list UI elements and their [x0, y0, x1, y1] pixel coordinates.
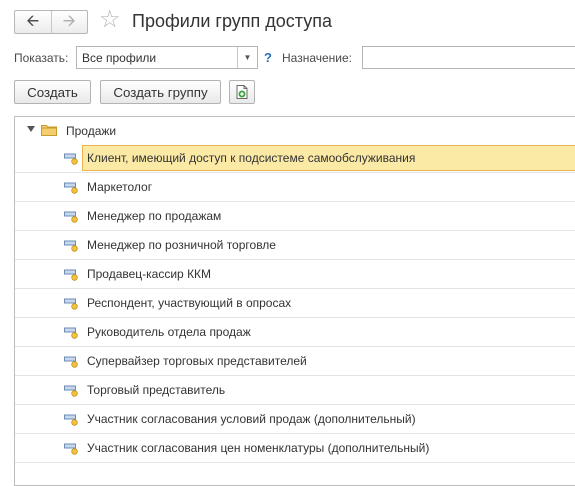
tree-row[interactable]: Продавец-кассир ККМ: [15, 260, 575, 289]
tree-row-label[interactable]: Продавец-кассир ККМ: [82, 261, 575, 287]
purpose-field[interactable]: [362, 46, 575, 69]
profile-icon: [64, 153, 78, 165]
tree-row-label[interactable]: Участник согласования условий продаж (до…: [82, 406, 575, 432]
tree-row[interactable]: Менеджер по розничной торговле: [15, 231, 575, 260]
arrow-right-icon: 🡪: [62, 13, 76, 30]
dropdown-arrow-icon[interactable]: ▼: [237, 47, 257, 68]
tree-row[interactable]: Респондент, участвующий в опросах: [15, 289, 575, 318]
profile-icon: [64, 298, 78, 310]
tree-row-label[interactable]: Торговый представитель: [82, 377, 575, 403]
navigation-buttons: 🡨 🡪: [14, 10, 88, 34]
profile-icon: [64, 385, 78, 397]
star-icon[interactable]: ☆: [99, 8, 121, 32]
title-bar: 🡨 🡪 ☆ Профили групп доступа: [0, 0, 575, 44]
back-button[interactable]: 🡨: [15, 11, 51, 33]
tree-row[interactable]: Участник согласования условий продаж (до…: [15, 405, 575, 434]
tree-row[interactable]: Маркетолог: [15, 173, 575, 202]
profile-icon: [64, 414, 78, 426]
tree-row-label[interactable]: Менеджер по продажам: [82, 203, 575, 229]
tree-row[interactable]: Торговый представитель: [15, 376, 575, 405]
tree-row-label[interactable]: Респондент, участвующий в опросах: [82, 290, 575, 316]
tree-row-label[interactable]: Менеджер по розничной торговле: [82, 232, 575, 258]
copy-button[interactable]: [229, 80, 255, 104]
profile-icon: [64, 182, 78, 194]
tree-group-row[interactable]: Продажи: [15, 117, 575, 144]
profile-icon: [64, 211, 78, 223]
show-label: Показать:: [14, 51, 69, 65]
arrow-left-icon: 🡨: [26, 13, 40, 30]
tree-row[interactable]: Участник согласования цен номенклатуры (…: [15, 434, 575, 463]
tree-row-label[interactable]: Маркетолог: [82, 174, 575, 200]
help-icon[interactable]: ?: [264, 50, 272, 65]
command-bar: Создать Создать группу: [0, 80, 575, 106]
tree-row-label[interactable]: Супервайзер торговых представителей: [82, 348, 575, 374]
profile-icon: [64, 443, 78, 455]
copy-document-icon: [236, 85, 248, 99]
tree-row-label[interactable]: Руководитель отдела продаж: [82, 319, 575, 345]
tree-row[interactable]: Менеджер по продажам: [15, 202, 575, 231]
folder-icon: [41, 125, 57, 136]
create-group-button[interactable]: Создать группу: [100, 80, 221, 104]
expand-triangle-icon[interactable]: [27, 126, 35, 132]
forward-button[interactable]: 🡪: [50, 11, 88, 33]
profile-icon: [64, 327, 78, 339]
profiles-tree[interactable]: Продажи Клиент, имеющий доступ к подсист…: [14, 116, 575, 486]
create-button[interactable]: Создать: [14, 80, 91, 104]
tree-group-label: Продажи: [66, 124, 117, 138]
tree-row-label[interactable]: Клиент, имеющий доступ к подсистеме само…: [82, 145, 575, 171]
purpose-label: Назначение:: [282, 51, 353, 65]
show-select-value[interactable]: Все профили: [77, 47, 237, 68]
profile-icon: [64, 240, 78, 252]
tree-row[interactable]: Супервайзер торговых представителей: [15, 347, 575, 376]
tree-row-label[interactable]: Участник согласования цен номенклатуры (…: [82, 435, 575, 461]
tree-row[interactable]: Клиент, имеющий доступ к подсистеме само…: [15, 144, 575, 173]
profile-icon: [64, 269, 78, 281]
tree-row[interactable]: Руководитель отдела продаж: [15, 318, 575, 347]
filter-bar: Показать: Все профили ▼ ? Назначение:: [0, 44, 575, 72]
show-select[interactable]: Все профили ▼: [76, 46, 258, 69]
tree-items: Клиент, имеющий доступ к подсистеме само…: [15, 144, 575, 463]
page-title: Профили групп доступа: [132, 11, 332, 31]
profile-icon: [64, 356, 78, 368]
